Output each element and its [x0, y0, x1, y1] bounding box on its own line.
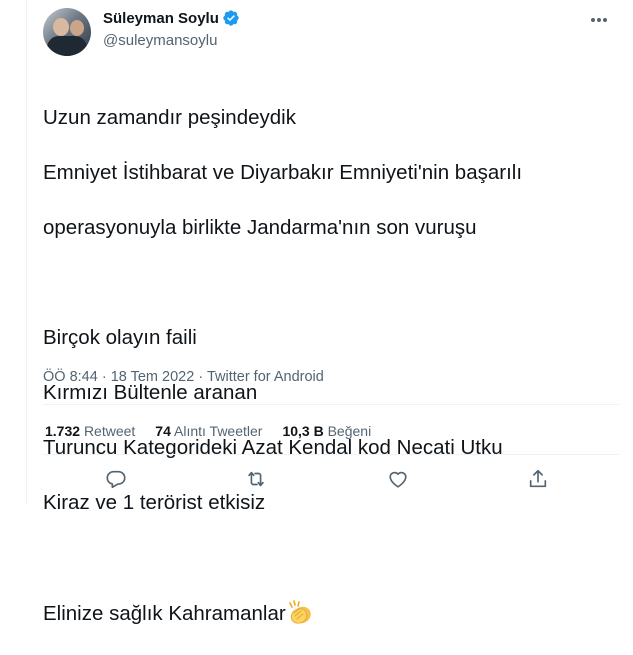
meta-separator: · [198, 369, 204, 385]
action-bar [27, 462, 633, 496]
tweet-source[interactable]: Twitter for Android [207, 369, 324, 385]
tweet-line: Birçok olayın faili [43, 325, 197, 349]
retweets-count: 1.732 [45, 423, 81, 439]
tweet-text: Uzun zamandır peşindeydik Emniyet İstihb… [43, 76, 613, 655]
likes-count: 10,3 B [282, 423, 324, 439]
author-handle[interactable]: @suleymansoylu [103, 32, 217, 49]
reply-icon [106, 470, 126, 489]
retweets-stat[interactable]: 1.732 Retweet [45, 423, 135, 439]
meta-separator: · [101, 369, 107, 385]
tweet-line: Elinize sağlık Kahramanlar [43, 601, 286, 625]
like-icon [389, 471, 407, 488]
share-icon [529, 469, 547, 488]
likes-stat[interactable]: 10,3 B Beğeni [282, 423, 371, 439]
tweet-line: Uzun zamandır peşindeydik [43, 105, 296, 129]
verified-badge-icon [223, 10, 239, 26]
avatar-face [53, 18, 69, 36]
avatar-suit [47, 36, 87, 56]
more-icon[interactable] [582, 9, 616, 31]
tweet-time[interactable]: ÖÖ 8:44 [43, 369, 98, 385]
reply-button[interactable] [99, 462, 133, 496]
likes-label: Beğeni [327, 423, 372, 439]
clapping-hands-icon [288, 599, 311, 624]
tweet-last-line: Elinize sağlık Kahramanlar [43, 599, 613, 628]
retweet-icon [248, 471, 264, 487]
author-name-row[interactable]: Süleyman Soylu [103, 9, 240, 27]
tweet-container: Süleyman Soylu @suleymansoylu Uzun zaman… [26, 0, 633, 625]
retweets-label: Retweet [83, 423, 136, 439]
tweet-meta: ÖÖ 8:44 · 18 Tem 2022 · Twitter for Andr… [43, 369, 324, 385]
like-button[interactable] [381, 462, 415, 496]
divider [43, 454, 619, 455]
tweet-line: operasyonuyla birlikte Jandarma'nın son … [43, 215, 477, 239]
divider [43, 404, 619, 405]
quotes-stat[interactable]: 74 Alıntı Tweetler [155, 423, 262, 439]
avatar[interactable] [43, 8, 91, 56]
retweet-button[interactable] [239, 462, 273, 496]
tweet-line: Emniyet İstihbarat ve Diyarbakır Emniyet… [43, 160, 523, 184]
quotes-count: 74 [155, 423, 171, 439]
quotes-label: Alıntı Tweetler [174, 423, 263, 439]
tweet-date[interactable]: 18 Tem 2022 [111, 369, 195, 385]
tweet-stats: 1.732 Retweet 74 Alıntı Tweetler 10,3 B … [45, 423, 391, 439]
share-button[interactable] [521, 462, 555, 496]
author-display-name[interactable]: Süleyman Soylu [103, 10, 219, 27]
avatar-face-secondary [70, 20, 84, 36]
